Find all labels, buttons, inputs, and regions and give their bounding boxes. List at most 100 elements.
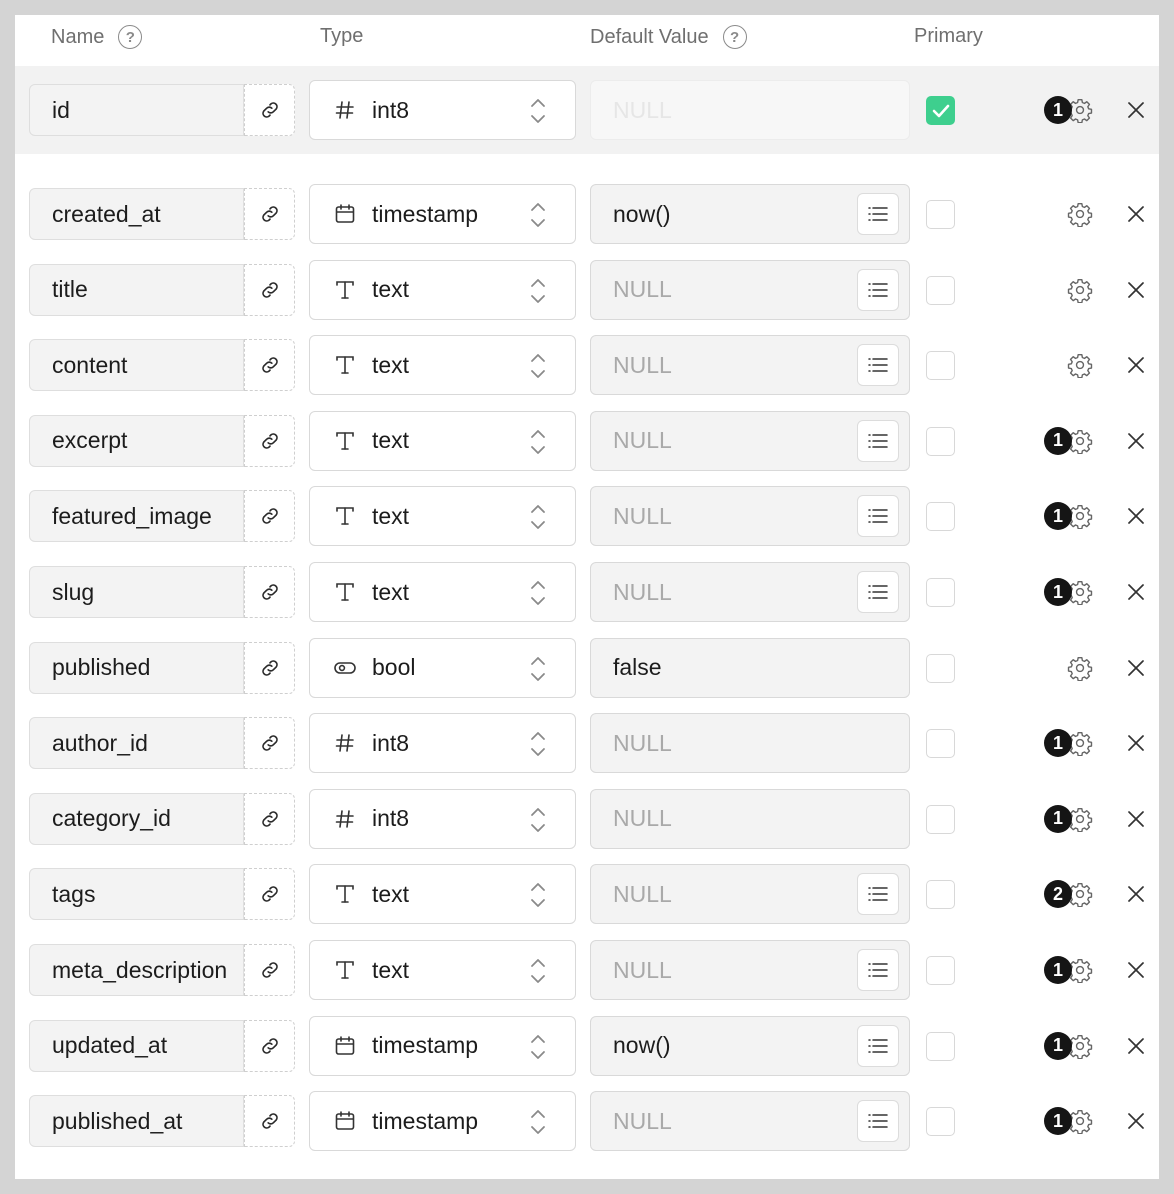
primary-key-checkbox[interactable]: [926, 1031, 955, 1061]
default-value-input[interactable]: NULL: [590, 713, 910, 774]
primary-key-checkbox[interactable]: [926, 729, 955, 759]
suggestions-list-button[interactable]: [857, 268, 899, 311]
suggestions-list-button[interactable]: [857, 949, 899, 991]
foreign-key-link-button[interactable]: [244, 414, 295, 467]
foreign-key-link-button[interactable]: [244, 1019, 295, 1072]
default-value-input[interactable]: now(): [590, 1015, 910, 1076]
remove-column-icon[interactable]: [1125, 581, 1147, 603]
remove-column-icon[interactable]: [1125, 808, 1147, 830]
column-type-select[interactable]: text: [309, 486, 576, 547]
primary-key-checkbox[interactable]: [926, 804, 955, 834]
column-name-input[interactable]: author_id: [29, 717, 244, 770]
suggestions-list-button[interactable]: [857, 495, 899, 538]
column-name-input[interactable]: title: [29, 263, 244, 316]
gear-icon[interactable]: [1067, 352, 1093, 379]
primary-key-checkbox[interactable]: [926, 96, 955, 125]
primary-key-checkbox[interactable]: [926, 275, 955, 305]
gear-icon[interactable]: [1067, 655, 1093, 681]
remove-column-icon[interactable]: [1125, 430, 1147, 452]
primary-key-checkbox[interactable]: [926, 653, 955, 683]
column-name-input[interactable]: id: [29, 84, 244, 136]
gear-icon[interactable]: [1067, 201, 1093, 228]
foreign-key-link-button[interactable]: [244, 263, 295, 316]
column-name-input[interactable]: content: [29, 339, 244, 392]
suggestions-list-button[interactable]: [857, 193, 899, 235]
foreign-key-link-button[interactable]: [244, 641, 295, 694]
default-value-input[interactable]: NULL: [590, 562, 910, 622]
column-name-input[interactable]: tags: [29, 868, 244, 921]
remove-column-icon[interactable]: [1125, 203, 1147, 225]
primary-key-checkbox[interactable]: [926, 1107, 955, 1137]
remove-column-icon[interactable]: [1125, 883, 1147, 905]
default-value-input[interactable]: NULL: [590, 259, 910, 320]
column-type-select[interactable]: text: [309, 335, 576, 396]
foreign-key-link-button[interactable]: [244, 339, 295, 392]
default-value-input[interactable]: NULL: [590, 1091, 910, 1152]
default-help-icon[interactable]: ?: [722, 25, 747, 49]
foreign-key-link-button[interactable]: [244, 717, 295, 770]
remove-column-icon[interactable]: [1125, 354, 1147, 376]
primary-key-checkbox[interactable]: [926, 351, 955, 381]
default-value-input[interactable]: NULL: [590, 864, 910, 925]
column-name-input[interactable]: excerpt: [29, 414, 244, 467]
default-value-input[interactable]: NULL: [590, 940, 910, 1000]
column-type-select[interactable]: timestamp: [309, 184, 576, 244]
foreign-key-link-button[interactable]: [244, 84, 295, 136]
remove-column-icon[interactable]: [1125, 732, 1147, 754]
primary-key-checkbox[interactable]: [926, 426, 955, 456]
column-name-input[interactable]: featured_image: [29, 490, 244, 543]
primary-key-checkbox[interactable]: [926, 880, 955, 910]
column-type-select[interactable]: int8: [309, 80, 576, 140]
foreign-key-link-button[interactable]: [244, 490, 295, 543]
column-name-input[interactable]: meta_description: [29, 944, 244, 996]
remove-column-icon[interactable]: [1125, 959, 1147, 981]
remove-column-icon[interactable]: [1125, 99, 1147, 121]
column-type-select[interactable]: text: [309, 562, 576, 622]
foreign-key-link-button[interactable]: [244, 1095, 295, 1148]
column-type-select[interactable]: int8: [309, 788, 576, 849]
column-type-select[interactable]: bool: [309, 637, 576, 698]
column-name-input[interactable]: updated_at: [29, 1019, 244, 1072]
foreign-key-link-button[interactable]: [244, 868, 295, 921]
default-value-input[interactable]: false: [590, 637, 910, 698]
column-name-input[interactable]: category_id: [29, 792, 244, 845]
remove-column-icon[interactable]: [1125, 505, 1147, 527]
suggestions-list-button[interactable]: [857, 571, 899, 613]
column-name-input[interactable]: created_at: [29, 188, 244, 240]
default-value-input[interactable]: now(): [590, 184, 910, 244]
column-type-select[interactable]: timestamp: [309, 1015, 576, 1076]
name-help-icon[interactable]: ?: [118, 25, 143, 49]
primary-key-checkbox[interactable]: [926, 200, 955, 229]
gear-icon[interactable]: [1067, 277, 1093, 303]
suggestions-list-button[interactable]: [857, 419, 899, 462]
remove-column-icon[interactable]: [1125, 1110, 1147, 1132]
column-name-input[interactable]: published: [29, 641, 244, 694]
list-icon: [867, 1112, 889, 1130]
column-type-select[interactable]: text: [309, 940, 576, 1000]
remove-column-icon[interactable]: [1125, 1035, 1147, 1057]
suggestions-list-button[interactable]: [857, 1024, 899, 1067]
suggestions-list-button[interactable]: [857, 1100, 899, 1143]
column-type-select[interactable]: text: [309, 410, 576, 471]
column-name-input[interactable]: slug: [29, 566, 244, 618]
foreign-key-link-button[interactable]: [244, 188, 295, 240]
remove-column-icon[interactable]: [1125, 279, 1147, 301]
column-type-select[interactable]: int8: [309, 713, 576, 774]
foreign-key-link-button[interactable]: [244, 792, 295, 845]
column-type-select[interactable]: text: [309, 864, 576, 925]
default-value-input[interactable]: NULL: [590, 788, 910, 849]
remove-column-icon[interactable]: [1125, 657, 1147, 679]
primary-key-checkbox[interactable]: [926, 578, 955, 607]
default-value-input[interactable]: NULL: [590, 335, 910, 396]
default-value-input[interactable]: NULL: [590, 410, 910, 471]
primary-key-checkbox[interactable]: [926, 956, 955, 985]
column-type-select[interactable]: timestamp: [309, 1091, 576, 1152]
suggestions-list-button[interactable]: [857, 873, 899, 916]
primary-key-checkbox[interactable]: [926, 502, 955, 532]
column-name-input[interactable]: published_at: [29, 1095, 244, 1148]
suggestions-list-button[interactable]: [857, 344, 899, 387]
column-type-select[interactable]: text: [309, 259, 576, 320]
foreign-key-link-button[interactable]: [244, 944, 295, 996]
foreign-key-link-button[interactable]: [244, 566, 295, 618]
default-value-input[interactable]: NULL: [590, 486, 910, 547]
